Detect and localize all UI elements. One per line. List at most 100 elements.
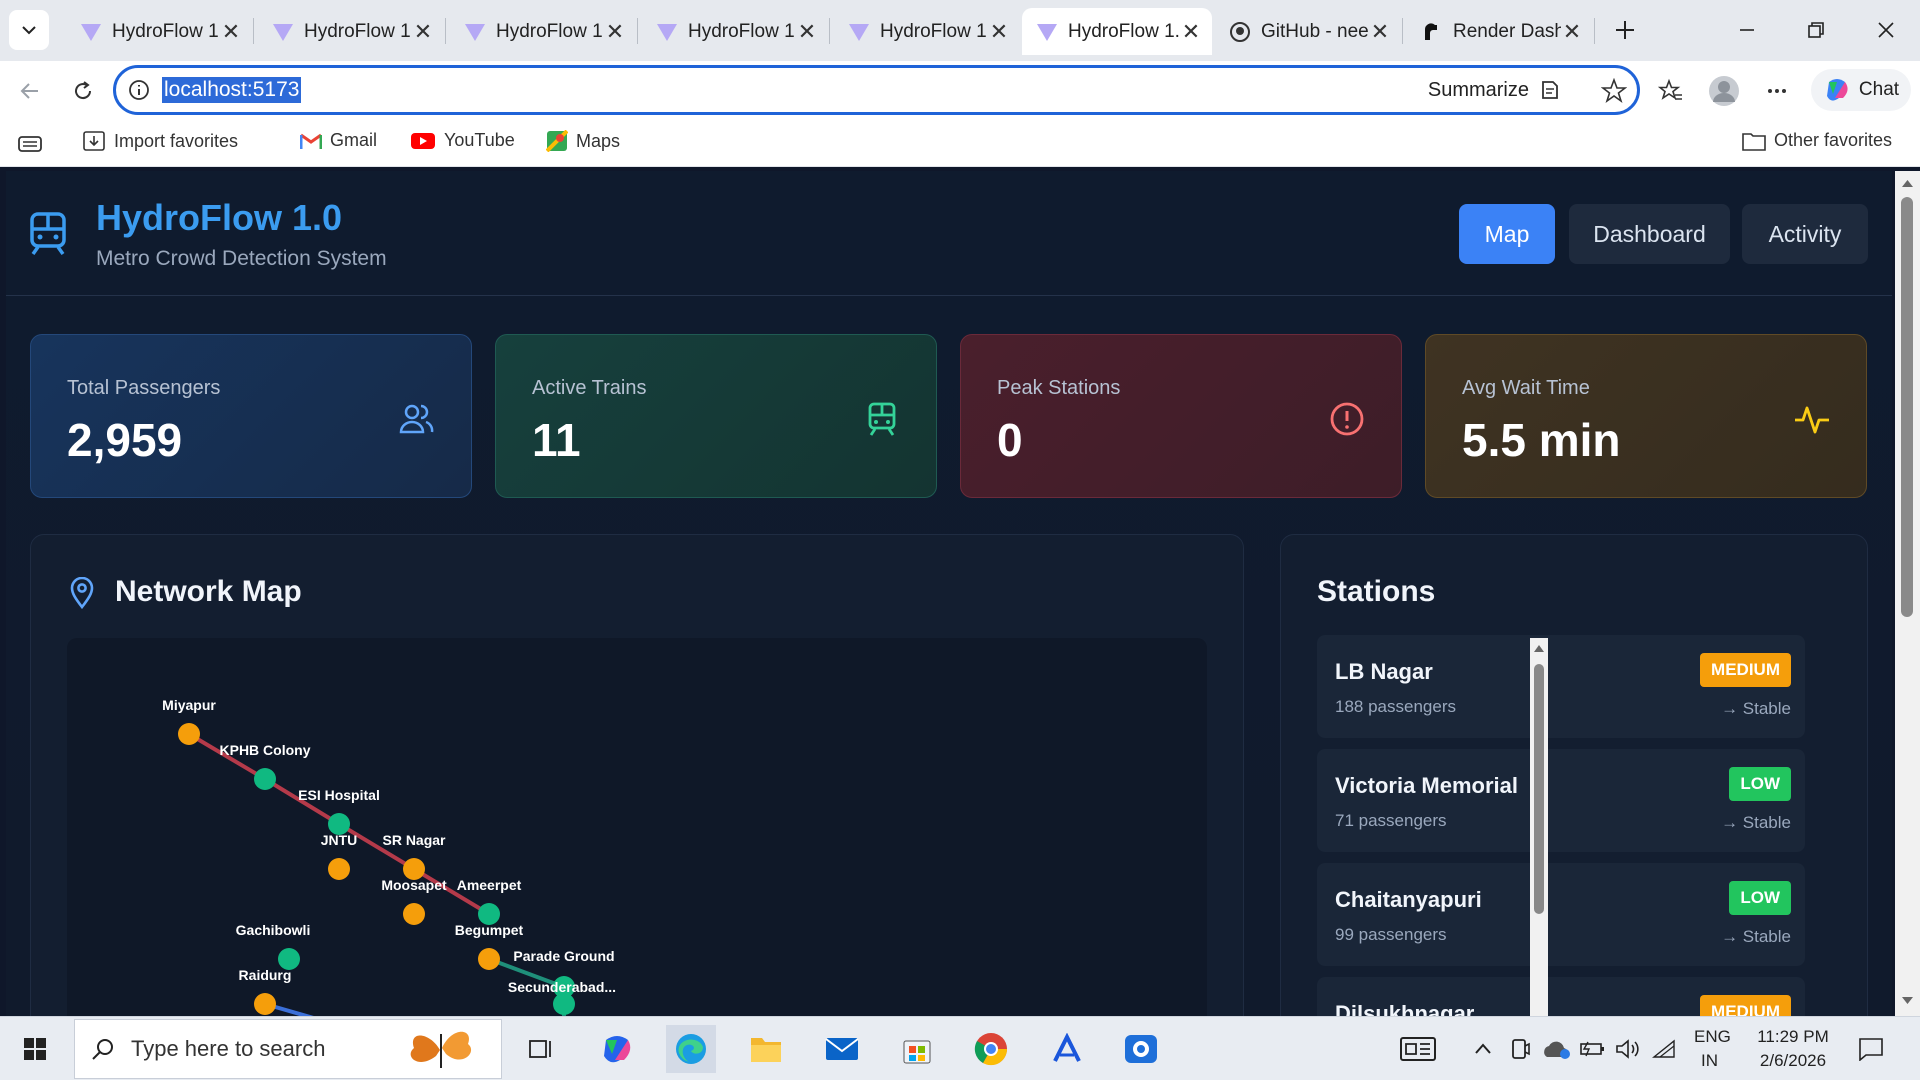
station-node[interactable]	[403, 903, 425, 925]
station-card[interactable]: LB Nagar 188 passengers MEDIUM → Stable	[1317, 635, 1805, 738]
browser-tab[interactable]: HydroFlow 1.0 ✕	[642, 8, 828, 55]
map-canvas[interactable]: Miyapur KPHB Colony ESI Hospital JNTU SR Nag…	[67, 638, 1207, 1016]
tab-list-button[interactable]	[9, 10, 49, 50]
avatar-icon	[1709, 76, 1739, 106]
station-label: ESI Hospital	[298, 787, 380, 803]
station-node[interactable]	[478, 948, 500, 970]
station-node[interactable]	[553, 993, 575, 1015]
file-explorer-button[interactable]	[741, 1025, 791, 1073]
restore-button[interactable]	[1796, 10, 1836, 50]
favorites-button[interactable]	[1651, 71, 1691, 111]
tab-title: Render Dashb	[1453, 20, 1561, 42]
chrome-button[interactable]	[966, 1025, 1016, 1073]
info-icon	[129, 80, 149, 100]
store-icon	[903, 1040, 931, 1064]
close-icon[interactable]: ✕	[1180, 19, 1202, 45]
meet-now-icon[interactable]	[1509, 1038, 1531, 1060]
stat-card-peak-stations: Peak Stations 0	[960, 334, 1402, 498]
page-scrollbar[interactable]	[1895, 171, 1920, 1016]
arc-app-button[interactable]	[1042, 1025, 1092, 1073]
station-list-scrollbar[interactable]	[1530, 638, 1548, 1018]
import-icon	[83, 131, 105, 151]
copilot-icon	[604, 1036, 631, 1063]
wifi-icon[interactable]	[1652, 1039, 1676, 1059]
url-text[interactable]: localhost:5173	[162, 77, 302, 103]
nav-dashboard-button[interactable]: Dashboard	[1569, 204, 1730, 264]
star-icon[interactable]	[1601, 78, 1627, 104]
app-title: HydroFlow 1.0	[96, 197, 343, 238]
browser-tab[interactable]: HydroFlow 1.0 ✕	[258, 8, 444, 55]
station-card[interactable]: Dilsukhnagar MEDIUM	[1317, 977, 1805, 1016]
edge-taskbar-button[interactable]	[666, 1025, 716, 1073]
back-button[interactable]	[10, 71, 50, 111]
favorites-bar: Import favorites Gmail YouTube Maps Othe…	[0, 120, 1920, 167]
onedrive-icon[interactable]	[1541, 1039, 1571, 1059]
profile-button[interactable]	[1704, 71, 1744, 111]
settings-more-button[interactable]	[1757, 71, 1797, 111]
scrollbar-thumb[interactable]	[1534, 664, 1544, 914]
store-button[interactable]	[892, 1025, 942, 1073]
station-node[interactable]	[178, 723, 200, 745]
close-icon[interactable]: ✕	[988, 19, 1010, 45]
mail-button[interactable]	[817, 1025, 867, 1073]
taskbar-search[interactable]: Type here to search	[74, 1019, 502, 1079]
notification-icon[interactable]	[1858, 1037, 1884, 1061]
start-button[interactable]	[10, 1025, 60, 1073]
app-subtitle: Metro Crowd Detection System	[96, 247, 387, 270]
browser-tab[interactable]: HydroFlow 1.0 ✕	[450, 8, 636, 55]
other-favorites[interactable]: Other favorites	[1742, 130, 1892, 151]
new-tab-button[interactable]	[1605, 10, 1645, 50]
close-icon[interactable]: ✕	[1561, 19, 1583, 45]
stat-value: 11	[532, 414, 581, 466]
copilot-chat-button[interactable]: Chat	[1811, 69, 1911, 111]
task-view-button[interactable]	[515, 1025, 565, 1073]
reload-button[interactable]	[63, 71, 103, 111]
crowd-level-badge: MEDIUM	[1700, 653, 1791, 687]
summarize-button[interactable]: Summarize	[1428, 78, 1561, 102]
news-widget-icon[interactable]	[1400, 1037, 1436, 1061]
minimize-button[interactable]	[1727, 10, 1767, 50]
station-card[interactable]: Victoria Memorial 71 passengers LOW → St…	[1317, 749, 1805, 852]
browser-tab[interactable]: HydroFlow 1.0 ✕	[66, 8, 252, 55]
browser-tab[interactable]: Render Dashb ✕	[1407, 8, 1593, 55]
vite-icon	[81, 23, 101, 41]
address-bar[interactable]: localhost:5173 Summarize	[113, 65, 1640, 115]
close-icon[interactable]: ✕	[1369, 19, 1391, 45]
bookmark-import-favorites[interactable]: Import favorites	[82, 130, 238, 152]
volume-icon[interactable]	[1615, 1039, 1641, 1059]
tab-title: HydroFlow 1.0	[1068, 20, 1180, 42]
browser-tab[interactable]: HydroFlow 1.0 ✕	[834, 8, 1020, 55]
stat-label: Peak Stations	[997, 377, 1121, 399]
metro-network-map: Miyapur KPHB Colony ESI Hospital JNTU SR Nag…	[162, 697, 616, 1016]
bookmark-gmail[interactable]: Gmail	[300, 130, 377, 151]
close-icon[interactable]: ✕	[796, 19, 818, 45]
scrollbar-thumb[interactable]	[1901, 197, 1913, 617]
station-node[interactable]	[254, 768, 276, 790]
copilot-taskbar-button[interactable]	[592, 1025, 642, 1073]
photos-app-button[interactable]	[1116, 1025, 1166, 1073]
stat-value: 2,959	[67, 414, 183, 466]
collections-icon[interactable]	[18, 134, 42, 154]
nav-activity-button[interactable]: Activity	[1742, 204, 1868, 264]
close-window-button[interactable]	[1866, 10, 1906, 50]
bookmark-youtube[interactable]: YouTube	[410, 130, 515, 151]
stat-card-avg-wait-time: Avg Wait Time 5.5 min	[1425, 334, 1867, 498]
battery-icon[interactable]	[1580, 1041, 1606, 1057]
bookmark-maps[interactable]: Maps	[546, 130, 620, 152]
station-name: Dilsukhnagar	[1335, 1001, 1475, 1016]
station-card[interactable]: Chaitanyapuri 99 passengers LOW → Stable	[1317, 863, 1805, 966]
nav-map-button[interactable]: Map	[1459, 204, 1555, 264]
station-node[interactable]	[328, 858, 350, 880]
stat-card-total-passengers: Total Passengers 2,959	[30, 334, 472, 498]
close-icon[interactable]: ✕	[604, 19, 626, 45]
browser-tab-active[interactable]: HydroFlow 1.0 ✕	[1022, 8, 1212, 55]
clock[interactable]: 11:29 PM 2/6/2026	[1750, 1027, 1836, 1071]
browser-tab[interactable]: GitHub - neer ✕	[1215, 8, 1401, 55]
language-indicator[interactable]: ENG IN	[1694, 1027, 1731, 1071]
close-icon[interactable]: ✕	[220, 19, 242, 45]
close-icon[interactable]: ✕	[412, 19, 434, 45]
chevron-up-icon[interactable]	[1474, 1041, 1492, 1055]
station-node[interactable]	[254, 993, 276, 1015]
edge-icon	[676, 1034, 706, 1064]
chat-label: Chat	[1858, 79, 1900, 100]
